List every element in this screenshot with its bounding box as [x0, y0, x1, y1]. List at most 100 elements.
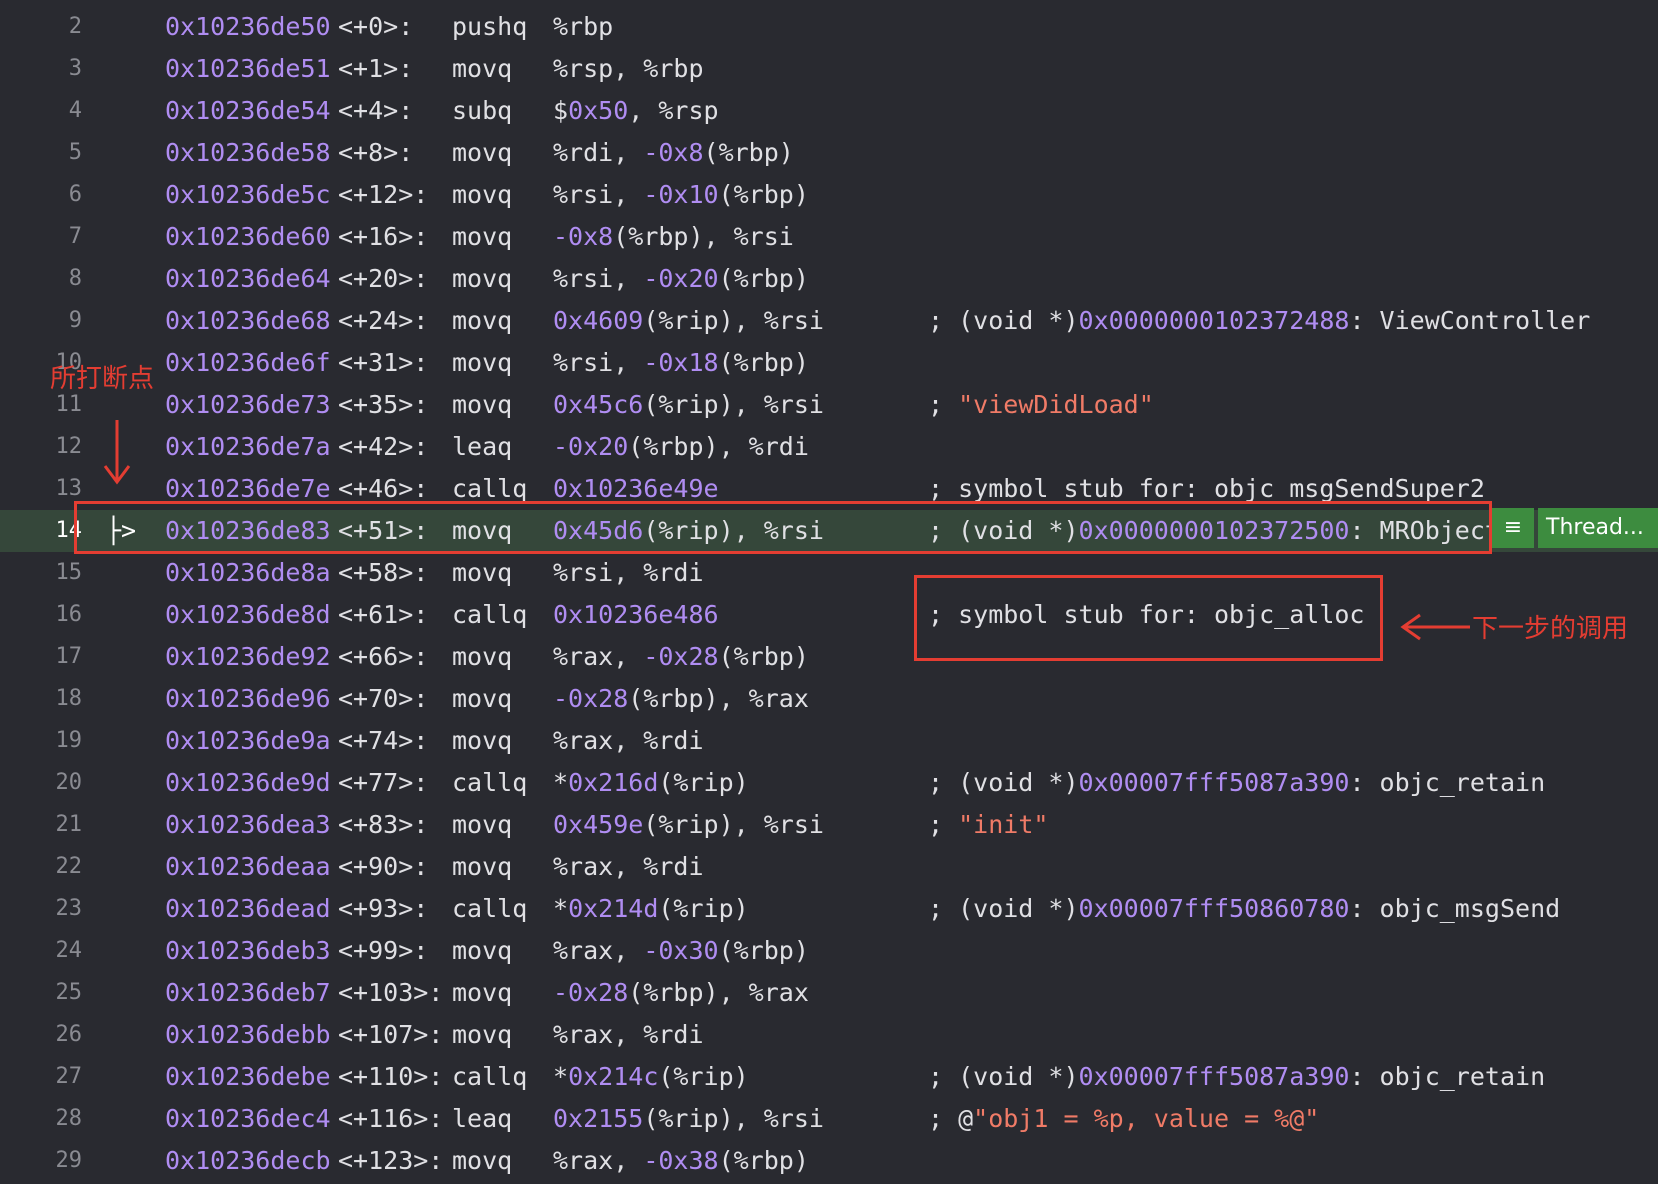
line-number[interactable]: 12: [0, 426, 83, 468]
line-number[interactable]: 29: [0, 1140, 83, 1182]
line-number[interactable]: 24: [0, 930, 83, 972]
thread-badge[interactable]: Thread...: [1538, 508, 1658, 548]
operands-part: -0x8: [643, 138, 704, 167]
instruction-row[interactable]: 25 0x10236deb7 <+103>: movq -0x28(%rbp), %ra…: [0, 972, 1658, 1014]
line-number[interactable]: 14: [0, 510, 83, 552]
line-number[interactable]: 21: [0, 804, 83, 846]
line-number[interactable]: 4: [0, 90, 82, 132]
instruction-row[interactable]: 23 0x10236dead <+93>: callq *0x214d(%rip) ; (…: [0, 888, 1658, 930]
comment-part: : ViewController: [1349, 306, 1591, 335]
line-number[interactable]: 16: [0, 594, 83, 636]
instruction-row[interactable]: 7 0x10236de60 <+16>: movq -0x8(%rbp), %rsi: [0, 216, 1658, 258]
instruction-operands: -0x20(%rbp), %rdi: [553, 426, 809, 468]
instruction-row[interactable]: 24 0x10236deb3 <+99>: movq %rax, -0x30(%rbp): [0, 930, 1658, 972]
line-number[interactable]: 28: [0, 1098, 83, 1140]
thread-menu-icon[interactable]: ≡: [1492, 508, 1534, 548]
line-number[interactable]: 27: [0, 1056, 83, 1098]
comment-part: ; (void *): [928, 1062, 1079, 1091]
line-number[interactable]: 7: [0, 216, 82, 258]
line-number[interactable]: 19: [0, 720, 83, 762]
instruction-row[interactable]: 22 0x10236deaa <+90>: movq %rax, %rdi: [0, 846, 1658, 888]
line-number[interactable]: 20: [0, 762, 83, 804]
instruction-offset: <+103>:: [338, 978, 444, 1007]
line-number[interactable]: 6: [0, 174, 82, 216]
instruction-offset: <+20>:: [338, 264, 429, 293]
operands-part: %rax,: [553, 642, 644, 671]
instruction-row[interactable]: 27 0x10236debe <+110>: callq *0x214c(%rip) ; …: [0, 1056, 1658, 1098]
instruction-row[interactable]: 6 0x10236de5c <+12>: movq %rsi, -0x10(%rbp): [0, 174, 1658, 216]
instruction-mnemonic: movq: [452, 558, 513, 587]
instruction-row[interactable]: 28 0x10236dec4 <+116>: leaq 0x2155(%rip), %r…: [0, 1098, 1658, 1140]
operands-part: -0x10: [643, 180, 719, 209]
line-number[interactable]: 18: [0, 678, 83, 720]
instruction-row[interactable]: 12 0x10236de7a <+42>: leaq -0x20(%rbp), %rdi: [0, 426, 1658, 468]
instruction-address: 0x10236deb7: [165, 978, 331, 1007]
line-number[interactable]: 23: [0, 888, 83, 930]
line-number[interactable]: 3: [0, 48, 82, 90]
instruction-address: 0x10236de68: [165, 306, 331, 335]
line-number[interactable]: 25: [0, 972, 83, 1014]
line-number[interactable]: 13: [0, 468, 83, 510]
instruction-address: 0x10236de9d: [165, 768, 331, 797]
disassembly-view[interactable]: 2 0x10236de50 <+0>: pushq %rbp 3 0x10236de51 <+…: [0, 0, 1658, 1184]
instruction-row[interactable]: 20 0x10236de9d <+77>: callq *0x216d(%rip) ; (…: [0, 762, 1658, 804]
operands-part: %rax,: [553, 1146, 644, 1175]
instruction-operands: %rax, -0x28(%rbp): [553, 636, 809, 678]
instruction-offset: <+99>:: [338, 936, 429, 965]
line-number[interactable]: 26: [0, 1014, 83, 1056]
instruction-row[interactable]: 4 0x10236de54 <+4>: subq $0x50, %rsp: [0, 90, 1658, 132]
line-number[interactable]: 2: [0, 6, 82, 48]
instruction-mnemonic: callq: [452, 894, 528, 923]
operands-part: %rsi,: [553, 348, 644, 377]
comment-part: "viewDidLoad": [958, 390, 1154, 419]
line-number[interactable]: 17: [0, 636, 83, 678]
line-number[interactable]: 8: [0, 258, 82, 300]
instruction-row[interactable]: 18 0x10236de96 <+70>: movq -0x28(%rbp), %rax: [0, 678, 1658, 720]
instruction-comment: ; (void *)0x00007fff5087a390: objc_retai…: [928, 1056, 1545, 1098]
instruction-address: 0x10236de64: [165, 264, 331, 293]
instruction-row[interactable]: 29 0x10236decb <+123>: movq %rax, -0x38(%rbp…: [0, 1140, 1658, 1182]
line-number[interactable]: 5: [0, 132, 82, 174]
instruction-address: 0x10236de96: [165, 684, 331, 713]
operands-part: %rdi,: [553, 138, 644, 167]
instruction-address: 0x10236dea3: [165, 810, 331, 839]
operands-part: (%rbp), %rax: [628, 684, 809, 713]
operands-part: (%rbp): [718, 180, 809, 209]
operands-part: (%rip), %rsi: [643, 306, 824, 335]
instruction-address: 0x10236de60: [165, 222, 331, 251]
line-number[interactable]: 15: [0, 552, 83, 594]
instruction-row[interactable]: 9 0x10236de68 <+24>: movq 0x4609(%rip), %rsi…: [0, 300, 1658, 342]
instruction-row[interactable]: 11 0x10236de73 <+35>: movq 0x45c6(%rip), %rs…: [0, 384, 1658, 426]
instruction-row[interactable]: 17 0x10236de92 <+66>: movq %rax, -0x28(%rbp): [0, 636, 1658, 678]
instruction-row[interactable]: 5 0x10236de58 <+8>: movq %rdi, -0x8(%rbp): [0, 132, 1658, 174]
instruction-operands: %rsi, -0x10(%rbp): [553, 174, 809, 216]
operands-part: -0x38: [643, 1146, 719, 1175]
instruction-offset: <+0>:: [338, 12, 414, 41]
current-line-highlight-box: [74, 501, 1492, 554]
instruction-mnemonic: movq: [452, 264, 513, 293]
comment-part: 0x00007fff50860780: [1078, 894, 1350, 923]
line-number[interactable]: 9: [0, 300, 82, 342]
instruction-operands: %rax, -0x30(%rbp): [553, 930, 809, 972]
instruction-row[interactable]: 10 0x10236de6f <+31>: movq %rsi, -0x18(%rbp): [0, 342, 1658, 384]
instruction-row[interactable]: 2 0x10236de50 <+0>: pushq %rbp: [0, 6, 1658, 48]
instruction-comment: ; (void *)0x0000000102372488: ViewContro…: [928, 300, 1590, 342]
instruction-operands: %rax, %rdi: [553, 1014, 704, 1056]
instruction-row[interactable]: 3 0x10236de51 <+1>: movq %rsp, %rbp: [0, 48, 1658, 90]
operands-part: 0x45c6: [553, 390, 644, 419]
instruction-row[interactable]: 26 0x10236debb <+107>: movq %rax, %rdi: [0, 1014, 1658, 1056]
next-call-highlight-box: [914, 575, 1383, 661]
instruction-address: 0x10236dead: [165, 894, 331, 923]
instruction-operands: *0x216d(%rip): [553, 762, 749, 804]
line-number[interactable]: 22: [0, 846, 83, 888]
instruction-row[interactable]: 21 0x10236dea3 <+83>: movq 0x459e(%rip), %rs…: [0, 804, 1658, 846]
instruction-row[interactable]: 16 0x10236de8d <+61>: callq 0x10236e486; sym…: [0, 594, 1658, 636]
instruction-mnemonic: movq: [452, 306, 513, 335]
instruction-row[interactable]: 15 0x10236de8a <+58>: movq %rsi, %rdi: [0, 552, 1658, 594]
instruction-row[interactable]: 8 0x10236de64 <+20>: movq %rsi, -0x20(%rbp): [0, 258, 1658, 300]
instruction-offset: <+77>:: [338, 768, 429, 797]
instruction-row[interactable]: 19 0x10236de9a <+74>: movq %rax, %rdi: [0, 720, 1658, 762]
operands-part: -0x8: [553, 222, 614, 251]
comment-part: : objc_msgSend: [1349, 894, 1561, 923]
instruction-address: 0x10236de7a: [165, 432, 331, 461]
